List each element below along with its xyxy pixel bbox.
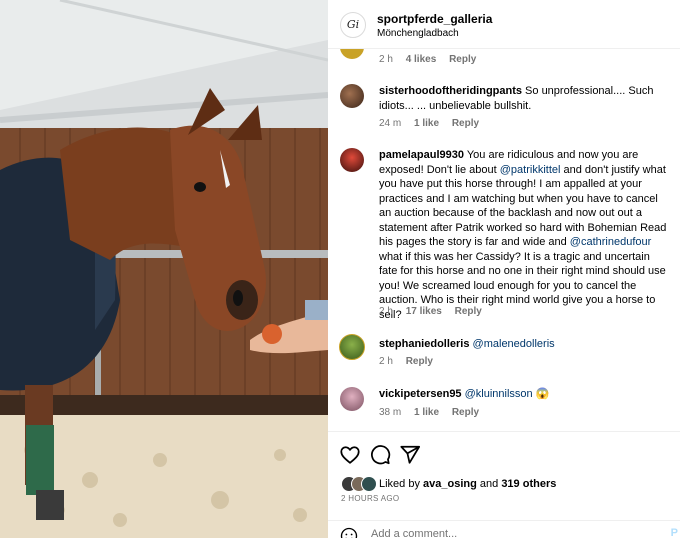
comment-avatar[interactable] <box>340 49 364 59</box>
comment-likes[interactable]: 1 like <box>414 407 439 418</box>
comment-username[interactable]: vickipetersen95 <box>379 388 462 400</box>
mention-link[interactable]: @patrikkittel <box>500 164 561 176</box>
comment-meta: 38 m 1 like Reply <box>379 407 479 418</box>
post-header: Gi sportpferde_galleria Mönchengladbach <box>328 0 680 49</box>
post-photo[interactable] <box>0 0 328 538</box>
heart-icon[interactable] <box>339 444 361 466</box>
comment-username[interactable]: stephaniedolleris <box>379 338 469 350</box>
comment-meta: 2 h 17 likes Reply <box>379 306 482 317</box>
reply-button[interactable]: Reply <box>452 407 479 418</box>
account-username[interactable]: sportpferde_galleria <box>377 12 492 26</box>
comment-time: 2 h <box>379 356 393 367</box>
post-detail-panel: Gi sportpferde_galleria Mönchengladbach … <box>328 0 680 538</box>
comment-bubble-icon[interactable] <box>369 444 391 466</box>
comment-time: 38 m <box>379 407 402 418</box>
comment-avatar[interactable] <box>340 84 364 108</box>
mention-link[interactable]: @kluinnilsson <box>465 388 533 400</box>
post-actions: Liked by ava_osing and 319 others 2 HOUR… <box>328 431 680 538</box>
emoji: 😱 <box>535 388 550 400</box>
liked-by-user[interactable]: ava_osing <box>423 478 477 490</box>
mention-link[interactable]: @cathrinedufour <box>570 236 652 248</box>
comment-username[interactable]: pamelapaul9930 <box>379 149 464 161</box>
comment-body: stephaniedolleris @malenedolleris <box>379 337 671 352</box>
reply-button[interactable]: Reply <box>406 356 433 367</box>
smiley-icon[interactable] <box>340 527 358 538</box>
comment-likes[interactable]: 17 likes <box>406 306 442 317</box>
comment-body: sisterhoodoftheridingpants So unprofessi… <box>379 84 671 113</box>
comment-meta: 2 h 4 likes Reply <box>379 54 476 65</box>
post-comment-button[interactable]: P <box>671 527 678 538</box>
comment-body: pamelapaul9930 You are ridiculous and no… <box>379 148 671 322</box>
mention-link[interactable]: @malenedolleris <box>473 338 555 350</box>
comments-list[interactable]: 2 h 4 likes Reply sisterhoodoftheridingp… <box>328 49 680 431</box>
comment-avatar[interactable] <box>339 334 365 360</box>
comment-likes[interactable]: 1 like <box>414 118 439 129</box>
comment-avatar[interactable] <box>340 387 364 411</box>
account-avatar[interactable]: Gi <box>340 12 366 38</box>
comment-avatar[interactable] <box>340 148 364 172</box>
liked-prefix: Liked by <box>379 478 424 490</box>
add-comment-bar: Add a comment... P <box>328 520 680 538</box>
comment-time: 2 h <box>379 54 393 65</box>
avatar-monogram: Gi <box>346 18 360 31</box>
comment-username[interactable]: sisterhoodoftheridingpants <box>379 85 522 97</box>
comment-body: vickipetersen95 @kluinnilsson 😱 <box>379 387 671 402</box>
paper-plane-icon[interactable] <box>399 444 421 466</box>
comment-meta: 24 m 1 like Reply <box>379 118 479 129</box>
reply-button[interactable]: Reply <box>449 54 476 65</box>
liked-by-text: Liked by ava_osing and 319 others <box>379 478 556 490</box>
add-comment-input[interactable]: Add a comment... <box>371 528 457 538</box>
comment-time: 2 h <box>379 306 393 317</box>
post-time-ago[interactable]: 2 HOURS AGO <box>341 494 399 503</box>
comment-time: 24 m <box>379 118 402 129</box>
liked-others[interactable]: 319 others <box>501 478 556 490</box>
comment-meta: 2 h Reply <box>379 356 433 367</box>
liker-avatar <box>361 476 377 492</box>
post-location[interactable]: Mönchengladbach <box>377 28 459 39</box>
liked-mid: and <box>476 478 502 490</box>
comment-likes[interactable]: 4 likes <box>406 54 437 65</box>
reply-button[interactable]: Reply <box>452 118 479 129</box>
reply-button[interactable]: Reply <box>455 306 482 317</box>
liked-by-avatars[interactable] <box>341 476 377 492</box>
horse-photo-illustration <box>0 0 328 538</box>
